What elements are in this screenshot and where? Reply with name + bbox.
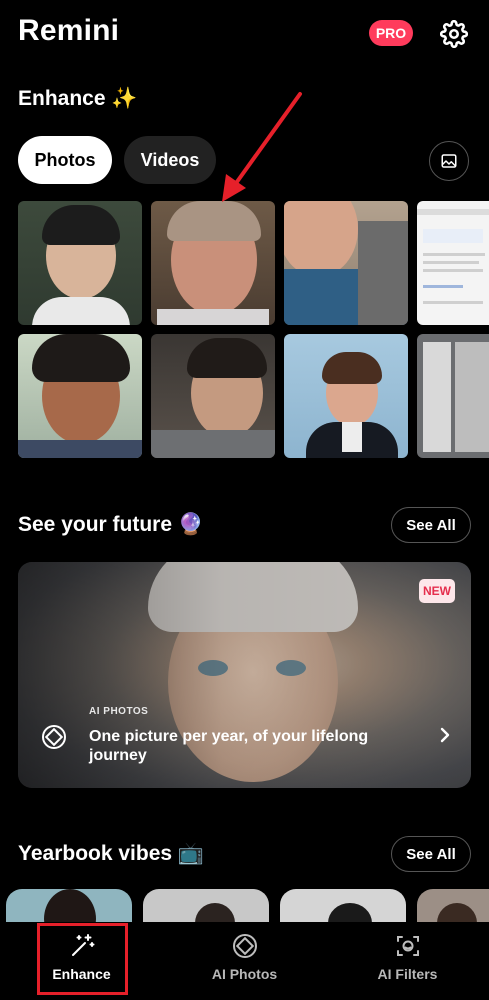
future-promo-card[interactable]: NEW AI PHOTOS One picture per year, of y…	[18, 562, 471, 788]
tab-videos[interactable]: Videos	[124, 136, 216, 184]
photo-thumbnail[interactable]	[284, 201, 408, 325]
ai-photos-icon	[42, 725, 66, 749]
yearbook-section-title: Yearbook vibes 📺	[18, 842, 205, 865]
new-badge: NEW	[419, 579, 455, 603]
nav-ai-filters-label: AI Filters	[377, 966, 438, 982]
chevron-right-icon[interactable]	[436, 724, 454, 746]
nav-ai-photos[interactable]: AI Photos	[163, 922, 326, 1000]
photo-thumbnail[interactable]	[417, 334, 489, 458]
future-section-title: See your future 🔮	[18, 513, 205, 536]
app-title: Remini	[18, 14, 120, 47]
settings-gear-icon[interactable]	[440, 20, 468, 48]
ai-photos-icon	[232, 934, 257, 958]
pro-badge[interactable]: PRO	[369, 20, 413, 46]
photo-thumbnail[interactable]	[18, 334, 142, 458]
photo-thumbnail[interactable]	[18, 201, 142, 325]
photo-thumbnail[interactable]	[151, 334, 275, 458]
nav-ai-filters[interactable]: AI Filters	[326, 922, 489, 1000]
photo-thumbnail[interactable]	[151, 201, 275, 325]
image-icon	[441, 154, 457, 168]
ai-filters-icon	[396, 936, 419, 956]
header: Remini PRO	[0, 0, 489, 70]
annotation-highlight-box	[37, 923, 128, 995]
nav-ai-photos-label: AI Photos	[211, 966, 278, 982]
promo-kicker: AI PHOTOS	[89, 706, 149, 717]
promo-title: One picture per year, of your lifelong j…	[89, 728, 369, 764]
photo-thumbnail[interactable]	[417, 201, 489, 325]
yearbook-see-all-button[interactable]: See All	[391, 836, 471, 872]
gallery-button[interactable]	[429, 141, 469, 181]
future-see-all-button[interactable]: See All	[391, 507, 471, 543]
enhance-section-title: Enhance ✨	[18, 87, 138, 110]
tab-photos[interactable]: Photos	[18, 136, 112, 184]
photo-thumbnail[interactable]	[284, 334, 408, 458]
